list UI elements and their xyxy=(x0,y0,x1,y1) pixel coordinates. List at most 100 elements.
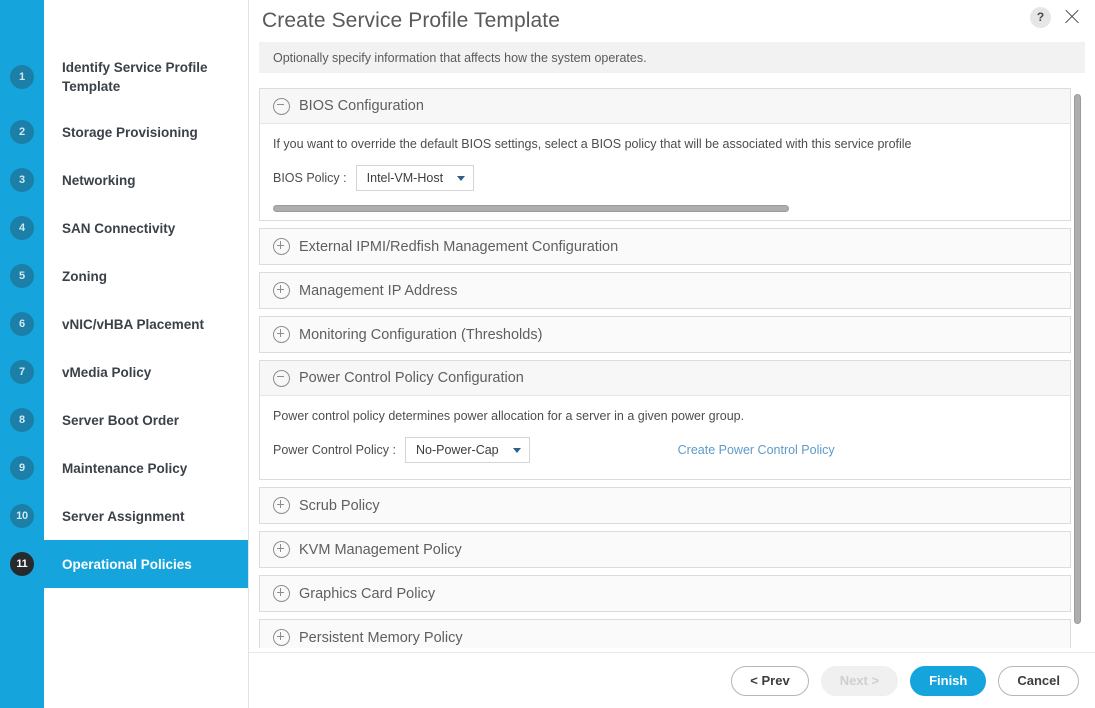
sidebar-step-number: 2 xyxy=(10,120,34,144)
expand-plus-icon[interactable] xyxy=(273,282,290,299)
sidebar-step-number: 6 xyxy=(10,312,34,336)
select-value: Intel-VM-Host xyxy=(367,171,443,185)
panel-header-management-ip-address[interactable]: Management IP Address xyxy=(260,273,1070,308)
sidebar-step-server-boot-order[interactable]: Server Boot Order 8 xyxy=(0,396,248,444)
sidebar-step-label: SAN Connectivity xyxy=(44,219,185,238)
sidebar-step-label: Server Assignment xyxy=(44,507,195,526)
field-label: Power Control Policy : xyxy=(273,443,396,457)
panel-description: Power control policy determines power al… xyxy=(273,408,1057,424)
panel-management-ip-address: Management IP Address xyxy=(259,272,1071,309)
chevron-down-icon xyxy=(513,448,521,453)
panel-scrub-policy: Scrub Policy xyxy=(259,487,1071,524)
vertical-scrollbar[interactable] xyxy=(1073,88,1082,648)
wizard-step-sidebar: Identify Service Profile Template 1 Storag… xyxy=(0,0,248,708)
sidebar-step-number: 3 xyxy=(10,168,34,192)
sidebar-step-zoning[interactable]: Zoning 5 xyxy=(0,252,248,300)
sidebar-step-row[interactable]: Storage Provisioning xyxy=(44,108,248,156)
expand-plus-icon[interactable] xyxy=(273,326,290,343)
dialog-main-panel: Create Service Profile Template ? Option… xyxy=(248,0,1095,708)
panel-title: Persistent Memory Policy xyxy=(299,630,463,646)
close-icon[interactable] xyxy=(1061,6,1083,28)
panel-header-scrub-policy[interactable]: Scrub Policy xyxy=(260,488,1070,523)
field-label: BIOS Policy : xyxy=(273,171,347,185)
panel-monitoring-configuration-thresholds: Monitoring Configuration (Thresholds) xyxy=(259,316,1071,353)
bios-configuration-select[interactable]: Intel-VM-Host xyxy=(356,165,474,191)
panel-external-ipmi-redfish-management-configuration: External IPMI/Redfish Management Configu… xyxy=(259,228,1071,265)
horizontal-scrollbar[interactable] xyxy=(273,205,1057,214)
help-icon[interactable]: ? xyxy=(1030,7,1051,28)
panel-bios-configuration: BIOS Configuration If you want to overrid… xyxy=(259,88,1071,221)
sidebar-step-storage-provisioning[interactable]: Storage Provisioning 2 xyxy=(0,108,248,156)
sidebar-step-number: 9 xyxy=(10,456,34,480)
panel-title: Monitoring Configuration (Thresholds) xyxy=(299,327,542,343)
create-power-control-policy-link[interactable]: Create Power Control Policy xyxy=(678,443,835,457)
sidebar-step-label: Storage Provisioning xyxy=(44,123,208,142)
panel-header-power-control-policy-configuration[interactable]: Power Control Policy Configuration xyxy=(260,361,1070,396)
collapse-minus-icon[interactable] xyxy=(273,98,290,115)
sidebar-step-networking[interactable]: Networking 3 xyxy=(0,156,248,204)
sidebar-step-row[interactable]: vNIC/vHBA Placement xyxy=(44,300,248,348)
collapse-minus-icon[interactable] xyxy=(273,370,290,387)
panel-header-external-ipmi-redfish-management-configuration[interactable]: External IPMI/Redfish Management Configu… xyxy=(260,229,1070,264)
sidebar-step-number: 8 xyxy=(10,408,34,432)
sidebar-step-san-connectivity[interactable]: SAN Connectivity4 xyxy=(0,204,248,252)
sidebar-step-vmedia-policy[interactable]: vMedia Policy7 xyxy=(0,348,248,396)
sidebar-step-label: Maintenance Policy xyxy=(44,459,197,478)
sidebar-step-server-assignment[interactable]: Server Assignment 10 xyxy=(0,492,248,540)
panel-title: BIOS Configuration xyxy=(299,98,424,114)
sidebar-step-vnic-vhba-placement[interactable]: vNIC/vHBA Placement 6 xyxy=(0,300,248,348)
sidebar-step-row[interactable]: vMedia Policy xyxy=(44,348,248,396)
sidebar-step-row[interactable]: Server Boot Order xyxy=(44,396,248,444)
panel-body-power-control-policy-configuration: Power control policy determines power al… xyxy=(260,396,1070,479)
panel-header-monitoring-configuration-thresholds[interactable]: Monitoring Configuration (Thresholds) xyxy=(260,317,1070,352)
expand-plus-icon[interactable] xyxy=(273,629,290,646)
panel-header-kvm-management-policy[interactable]: KVM Management Policy xyxy=(260,532,1070,567)
panel-kvm-management-policy: KVM Management Policy xyxy=(259,531,1071,568)
horizontal-scrollbar-thumb[interactable] xyxy=(273,205,789,212)
sidebar-step-label: Operational Policies xyxy=(44,555,202,574)
sidebar-step-operational-policies[interactable]: Operational Policies 11 xyxy=(0,540,248,588)
panel-header-bios-configuration[interactable]: BIOS Configuration xyxy=(260,89,1070,124)
prev-button[interactable]: < Prev xyxy=(731,666,808,696)
expand-plus-icon[interactable] xyxy=(273,497,290,514)
dialog-subtitle-bar: Optionally specify information that affe… xyxy=(259,42,1085,73)
panel-title: KVM Management Policy xyxy=(299,542,462,558)
sidebar-step-number: 10 xyxy=(10,504,34,528)
sidebar-step-number: 1 xyxy=(10,65,34,89)
panel-field-row: BIOS Policy : Intel-VM-Host xyxy=(273,165,1057,191)
sidebar-step-label: Networking xyxy=(44,171,146,190)
sidebar-step-row[interactable]: Server Assignment xyxy=(44,492,248,540)
panel-title: Power Control Policy Configuration xyxy=(299,370,524,386)
sidebar-step-number: 11 xyxy=(10,552,34,576)
sidebar-step-maintenance-policy[interactable]: Maintenance Policy 9 xyxy=(0,444,248,492)
select-value: No-Power-Cap xyxy=(416,443,499,457)
page-title: Create Service Profile Template xyxy=(262,9,560,33)
panel-description: If you want to override the default BIOS… xyxy=(273,136,1057,152)
dialog-subtitle: Optionally specify information that affe… xyxy=(273,51,647,65)
cancel-button[interactable]: Cancel xyxy=(998,666,1079,696)
sidebar-step-row[interactable]: Networking xyxy=(44,156,248,204)
power-control-policy-configuration-select[interactable]: No-Power-Cap xyxy=(405,437,530,463)
sidebar-step-identify-service-profile-template[interactable]: Identify Service Profile Template 1 xyxy=(0,46,248,108)
expand-plus-icon[interactable] xyxy=(273,585,290,602)
accordion-panel-list: BIOS Configuration If you want to overrid… xyxy=(259,88,1077,648)
expand-plus-icon[interactable] xyxy=(273,238,290,255)
expand-plus-icon[interactable] xyxy=(273,541,290,558)
panel-header-persistent-memory-policy[interactable]: Persistent Memory Policy xyxy=(260,620,1070,648)
finish-button[interactable]: Finish xyxy=(910,666,986,696)
sidebar-step-row[interactable]: Identify Service Profile Template xyxy=(44,46,248,108)
wizard-step-list: Identify Service Profile Template 1 Storag… xyxy=(0,0,248,588)
next-button: Next > xyxy=(821,666,898,696)
policies-scroll-area: BIOS Configuration If you want to overrid… xyxy=(259,88,1086,648)
sidebar-step-row[interactable]: Operational Policies xyxy=(44,540,248,588)
chevron-down-icon xyxy=(457,176,465,181)
sidebar-step-label: vMedia Policy xyxy=(44,363,161,382)
sidebar-step-row[interactable]: Maintenance Policy xyxy=(44,444,248,492)
vertical-scrollbar-thumb[interactable] xyxy=(1074,94,1081,624)
sidebar-step-row[interactable]: Zoning xyxy=(44,252,248,300)
dialog-titlebar: Create Service Profile Template ? xyxy=(249,0,1095,42)
sidebar-step-number: 5 xyxy=(10,264,34,288)
create-service-profile-template-dialog: Identify Service Profile Template 1 Storag… xyxy=(0,0,1095,708)
panel-header-graphics-card-policy[interactable]: Graphics Card Policy xyxy=(260,576,1070,611)
sidebar-step-row[interactable]: SAN Connectivity xyxy=(44,204,248,252)
